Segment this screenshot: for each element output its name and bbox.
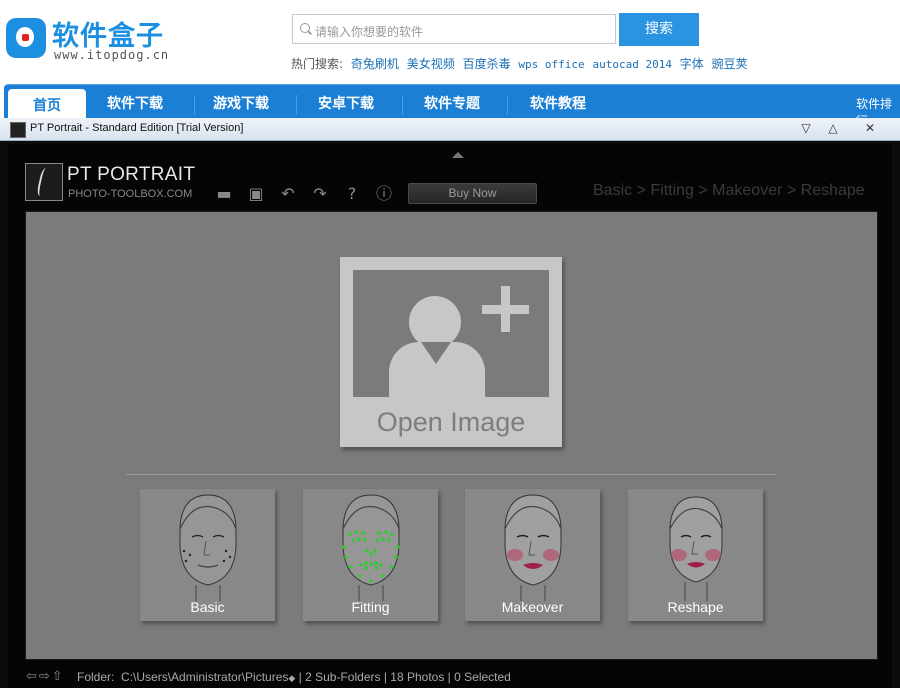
- mode-reshape-button[interactable]: Reshape: [628, 489, 763, 621]
- mode-label: Makeover: [501, 599, 564, 615]
- selected-count: 0 Selected: [454, 670, 511, 684]
- nav-item-topics[interactable]: 软件专题: [424, 93, 480, 113]
- info-icon[interactable]: ⓘ: [374, 184, 394, 204]
- window-titlebar[interactable]: PT Portrait - Standard Edition [Trial Ve…: [0, 118, 900, 141]
- person-add-icon: [409, 296, 461, 348]
- brand-url: PHOTO-TOOLBOX.COM: [68, 188, 193, 200]
- divider: [126, 474, 776, 475]
- nav-item-android[interactable]: 安卓下载: [318, 93, 374, 113]
- hot-keyword[interactable]: 字体: [680, 57, 704, 71]
- search-icon: [300, 23, 310, 33]
- mode-label: Fitting: [351, 599, 390, 615]
- help-icon[interactable]: ?: [342, 184, 362, 204]
- folder-path[interactable]: C:\Users\Administrator\Pictures: [121, 670, 288, 684]
- mode-basic-button[interactable]: Basic: [140, 489, 275, 621]
- window-title: PT Portrait - Standard Edition [Trial Ve…: [30, 122, 244, 134]
- workflow-breadcrumb: Basic > Fitting > Makeover > Reshape: [593, 182, 865, 199]
- app-body: PT PORTRAIT PHOTO-TOOLBOX.COM ▬ ▣ ↶ ↷ ? …: [8, 144, 892, 688]
- subfolder-count: 2 Sub-Folders: [305, 670, 381, 684]
- nav-item-home[interactable]: 首页: [8, 89, 86, 121]
- mode-fitting-button[interactable]: Fitting: [303, 489, 438, 621]
- photo-count: 18 Photos: [390, 670, 445, 684]
- brand-name: PT PORTRAIT: [67, 164, 196, 185]
- site-domain: www.itopdog.cn: [54, 48, 170, 62]
- nav-divider: [507, 95, 508, 115]
- save-icon[interactable]: ▣: [246, 184, 266, 204]
- nav-divider: [194, 95, 195, 115]
- hot-keyword[interactable]: 百度杀毒: [463, 57, 511, 71]
- nav-item-games[interactable]: 游戏下载: [213, 93, 269, 113]
- folder-icon[interactable]: ▬: [214, 184, 234, 204]
- close-button[interactable]: ✕: [860, 119, 880, 137]
- hot-keyword[interactable]: wps office: [518, 58, 584, 71]
- status-text: Folder: C:\Users\Administrator\Pictures◆…: [77, 670, 511, 684]
- hot-keyword[interactable]: 美女视频: [407, 57, 455, 71]
- folder-label: Folder:: [77, 670, 115, 684]
- hot-keyword[interactable]: autocad 2014: [592, 58, 671, 71]
- hot-keyword[interactable]: 奇兔刷机: [351, 57, 399, 71]
- redo-icon[interactable]: ↷: [310, 184, 330, 204]
- site-header: 软件盒子 www.itopdog.cn 请输入你想要的软件 搜索 热门搜索: 奇…: [0, 0, 900, 84]
- nav-divider: [402, 95, 403, 115]
- brand-logo-icon: [25, 163, 63, 201]
- maximize-button[interactable]: △: [823, 119, 843, 137]
- folder-nav-arrows-icon[interactable]: ⇦⇨⇧: [26, 669, 65, 684]
- site-nav: 首页 软件下载 游戏下载 安卓下载 软件专题 软件教程 软件排行: [4, 84, 900, 128]
- nav-divider: [296, 95, 297, 115]
- search-input[interactable]: 请输入你想要的软件: [292, 14, 616, 44]
- app-icon: [10, 122, 26, 138]
- mode-label: Reshape: [667, 599, 724, 615]
- search-placeholder: 请输入你想要的软件: [315, 25, 424, 39]
- sort-toggle-icon[interactable]: ◆: [288, 673, 295, 683]
- hot-search: 热门搜索: 奇兔刷机 美女视频 百度杀毒 wps office autocad …: [291, 55, 748, 72]
- hot-keyword[interactable]: 豌豆荚: [712, 57, 748, 71]
- app-window: PT Portrait - Standard Edition [Trial Ve…: [0, 118, 900, 688]
- undo-icon[interactable]: ↶: [278, 184, 298, 204]
- mode-label: Basic: [190, 599, 225, 615]
- collapse-arrow-icon[interactable]: [452, 152, 464, 158]
- nav-item-software[interactable]: 软件下载: [107, 93, 163, 113]
- nav-item-tutorials[interactable]: 软件教程: [530, 93, 586, 113]
- open-image-label: Open Image: [376, 407, 526, 437]
- minimize-button[interactable]: ▽: [796, 119, 816, 137]
- mode-makeover-button[interactable]: Makeover: [465, 489, 600, 621]
- search-button[interactable]: 搜索: [619, 13, 699, 46]
- status-bar: ⇦⇨⇧ Folder: C:\Users\Administrator\Pictu…: [8, 666, 892, 688]
- workspace: Open Image Basic Fitting Makeover Reshap…: [25, 211, 878, 660]
- buy-now-button[interactable]: Buy Now: [408, 183, 537, 204]
- site-logo-icon[interactable]: [6, 18, 46, 58]
- open-image-button[interactable]: Open Image: [340, 257, 562, 447]
- hot-search-label: 热门搜索:: [291, 57, 344, 71]
